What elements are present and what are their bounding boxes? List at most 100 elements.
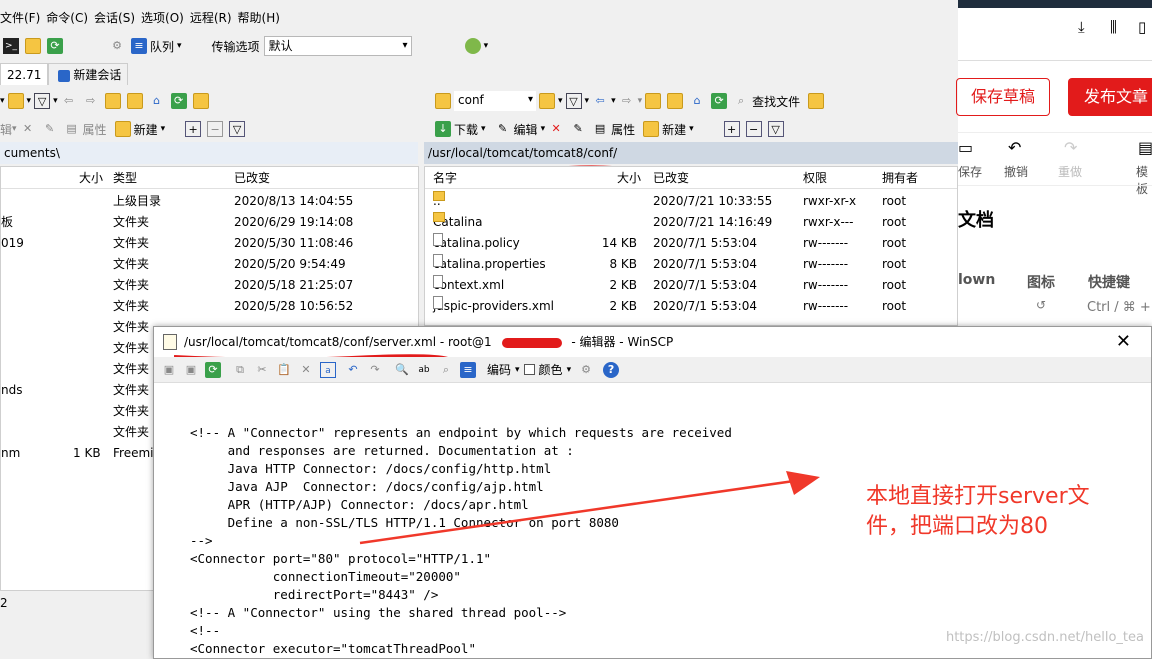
table-row[interactable]: 文件夹 2020/5/18 21:25:07 xyxy=(1,275,418,296)
download-icon-browser[interactable]: ⤓ xyxy=(1078,18,1085,36)
expand-right-icon[interactable]: + xyxy=(723,121,740,137)
terminal-icon[interactable]: >_ xyxy=(3,38,19,54)
filter3-right-icon[interactable]: ▽ xyxy=(767,121,784,137)
undo-editor-icon[interactable]: ↶ xyxy=(345,362,361,378)
menu-file[interactable]: 文件(F) xyxy=(0,8,46,28)
properties-right-icon[interactable]: ▤ xyxy=(592,121,608,137)
save-all-icon[interactable]: ▣ xyxy=(183,362,199,378)
col-owner[interactable]: 拥有者 xyxy=(882,167,918,189)
gear-icon[interactable]: ⚙ xyxy=(109,38,125,54)
delete-text-icon[interactable]: ✕ xyxy=(298,362,314,378)
undo-icon[interactable]: ↶ xyxy=(1008,138,1021,157)
delete-icon[interactable]: ✕ xyxy=(548,121,564,137)
cut-icon[interactable]: ✂ xyxy=(254,362,270,378)
globe-icon[interactable] xyxy=(464,38,481,54)
parent-dir-icon[interactable] xyxy=(104,93,121,109)
new-right-icon[interactable] xyxy=(643,121,660,137)
redo-editor-icon[interactable]: ↷ xyxy=(367,362,383,378)
open-folder-icon[interactable] xyxy=(7,93,24,109)
find-files-icon[interactable]: ⌕ xyxy=(733,93,749,109)
refresh-icon[interactable]: ⟳ xyxy=(47,38,63,54)
menu-help[interactable]: 帮助(H) xyxy=(238,8,286,28)
find-next-icon[interactable]: ⌕ xyxy=(438,362,454,378)
sidebar-icon[interactable]: ▯ xyxy=(1138,18,1146,36)
encoding-button[interactable]: 编码 xyxy=(487,361,511,378)
forward-right-icon[interactable]: ⇨ xyxy=(619,93,635,109)
delete-icon-disabled[interactable]: ✕ xyxy=(20,121,36,137)
color-button[interactable]: 颜色 xyxy=(539,361,563,378)
collapse-right-icon[interactable]: − xyxy=(745,121,762,137)
editor-gear-icon[interactable]: ⚙ xyxy=(578,362,594,378)
refresh-left-icon[interactable]: ⟳ xyxy=(170,93,187,109)
color-checkbox[interactable] xyxy=(523,364,535,375)
col-changed[interactable]: 已改变 xyxy=(234,167,270,189)
help-icon[interactable]: ? xyxy=(603,361,620,378)
menu-command[interactable]: 命令(C) xyxy=(46,8,94,28)
table-row[interactable]: 上级目录 2020/8/13 14:04:55 xyxy=(1,191,418,212)
table-row[interactable]: 板 文件夹 2020/6/29 19:14:08 xyxy=(1,212,418,233)
refresh-right-icon[interactable]: ⟳ xyxy=(711,93,728,109)
download-icon[interactable]: ↓ xyxy=(435,121,451,137)
home-right-icon[interactable]: ⌂ xyxy=(689,93,705,109)
download-button[interactable]: 下载 xyxy=(454,121,478,138)
col-perms[interactable]: 权限 xyxy=(803,167,827,189)
open-folder-right-icon[interactable] xyxy=(539,93,555,109)
filter2-icon[interactable]: ▽ xyxy=(229,121,246,137)
menu-session[interactable]: 会话(S) xyxy=(94,8,141,28)
save-draft-button[interactable]: 保存草稿 xyxy=(956,78,1050,116)
expand-icon[interactable]: + xyxy=(185,121,202,137)
table-row[interactable]: catalina.policy 14 KB 2020/7/1 5:53:04 rw--… xyxy=(425,233,957,254)
right-props-button[interactable]: 属性 xyxy=(611,121,635,138)
collapse-icon[interactable]: − xyxy=(207,121,224,137)
table-row[interactable]: catalina.properties 8 KB 2020/7/1 5:53:04 r… xyxy=(425,254,957,275)
replace-icon[interactable]: ab xyxy=(416,362,432,378)
edit-icon[interactable]: ✎ xyxy=(495,121,511,137)
col-name[interactable]: 名字 xyxy=(433,167,457,189)
table-row[interactable]: 文件夹 2020/5/28 10:56:52 xyxy=(1,296,418,317)
template-icon[interactable]: ▤ xyxy=(1138,138,1152,157)
sync-icon[interactable] xyxy=(25,38,41,54)
queue-button[interactable]: 队列 xyxy=(150,38,174,55)
col-size[interactable]: 大小 xyxy=(79,167,103,189)
find-icon[interactable]: 🔍 xyxy=(394,362,410,378)
library-icon[interactable]: ⫼ xyxy=(1110,18,1117,36)
find-files-button[interactable]: 查找文件 xyxy=(752,93,800,110)
table-row[interactable]: 文件夹 2020/5/20 9:54:49 xyxy=(1,254,418,275)
save-icon[interactable]: ▭ xyxy=(958,138,973,157)
bookmark-icon[interactable] xyxy=(192,93,209,109)
goto-line-icon[interactable]: ≡ xyxy=(460,361,476,378)
right-new-button[interactable]: 新建 xyxy=(662,121,686,138)
edit-button[interactable]: 编辑 xyxy=(514,121,538,138)
copy-icon[interactable]: ⧉ xyxy=(232,362,248,378)
save-file-icon[interactable]: ▣ xyxy=(161,362,177,378)
root-right-icon[interactable] xyxy=(667,93,684,109)
remote-dir-combo[interactable]: conf xyxy=(454,91,536,111)
col-type[interactable]: 类型 xyxy=(113,167,137,189)
select-all-icon[interactable]: a xyxy=(320,361,336,378)
reload-icon[interactable]: ⟳ xyxy=(205,361,221,378)
bookmark-right-icon[interactable] xyxy=(808,93,825,109)
home-icon[interactable]: ⌂ xyxy=(149,93,165,109)
left-props-label[interactable]: 属性 xyxy=(83,121,107,138)
table-row[interactable]: .. 2020/7/21 10:33:55 rwxr-xr-x root xyxy=(425,191,957,212)
filter-right-icon[interactable]: ▽ xyxy=(565,93,582,109)
left-new-label[interactable]: 新建 xyxy=(134,121,158,138)
col-changed-r[interactable]: 已改变 xyxy=(653,167,689,189)
rename-icon[interactable]: ✎ xyxy=(42,121,58,137)
tab-new-session[interactable]: 新建会话 xyxy=(48,63,129,85)
properties-icon[interactable]: ▤ xyxy=(64,121,80,137)
tab-session[interactable]: 22.71 xyxy=(0,63,49,85)
filter-icon[interactable]: ▽ xyxy=(34,93,51,109)
col-size-r[interactable]: 大小 xyxy=(617,167,641,189)
queue-icon[interactable]: ≡ xyxy=(131,38,147,54)
parent-right-icon[interactable] xyxy=(645,93,662,109)
publish-button[interactable]: 发布文章 xyxy=(1068,78,1152,116)
menu-remote[interactable]: 远程(R) xyxy=(190,8,238,28)
left-path-bar[interactable]: cuments\ xyxy=(0,142,418,164)
table-row[interactable]: Catalina 2020/7/21 14:16:49 rwxr-x--- root xyxy=(425,212,957,233)
root-dir-icon[interactable] xyxy=(126,93,143,109)
transfer-options-select[interactable]: 默认 xyxy=(263,36,412,56)
paste-icon[interactable]: 📋 xyxy=(276,362,292,378)
table-row[interactable]: 019 文件夹 2020/5/30 11:08:46 xyxy=(1,233,418,254)
table-row[interactable]: jaspic-providers.xml 2 KB 2020/7/1 5:53:04… xyxy=(425,296,957,317)
